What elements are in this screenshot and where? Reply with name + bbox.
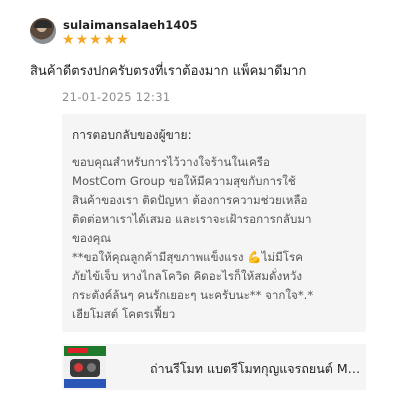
seller-response-line: **ขอให้คุณลูกค้ามีสุขภาพแข็งแรง 💪ไม่มีโร…	[72, 250, 303, 264]
product-thumbnail[interactable]	[64, 346, 106, 388]
star-icon: ★	[62, 32, 75, 48]
product-name[interactable]: ถ่านรีโมท แบตรีโมทกุญแจรถยนต์ Ma...	[150, 359, 362, 379]
star-rating: ★ ★ ★ ★ ★	[62, 32, 129, 48]
review-text: สินค้าดีตรงปกครับตรงที่เราต้องมาก แพ็คมา…	[30, 64, 307, 79]
seller-response-line: ของคุณ	[72, 231, 112, 245]
review-card: sulaimansalaeh1405 ★ ★ ★ ★ ★ สินค้าดีตรง…	[0, 0, 415, 415]
product-link[interactable]: ถ่านรีโมท แบตรีโมทกุญแจรถยนต์ Ma...	[62, 344, 366, 390]
seller-response-line: สินค้าของเรา ติดปัญหา ต้องการความช่วยเหล…	[72, 193, 308, 207]
reviewer-username[interactable]: sulaimansalaeh1405	[63, 18, 198, 32]
seller-response-title: การตอบกลับของผู้ขาย:	[72, 128, 192, 142]
review-date: 21-01-2025 12:31	[62, 90, 171, 104]
review-header: sulaimansalaeh1405 ★ ★ ★ ★ ★	[30, 18, 390, 54]
star-icon: ★	[102, 32, 116, 48]
avatar[interactable]	[30, 18, 56, 44]
seller-response: การตอบกลับของผู้ขาย: ขอบคุณสำหรับการไว้ว…	[62, 114, 366, 332]
seller-response-body: ขอบคุณสำหรับการไว้วางใจร้านในเครือ MostC…	[72, 153, 356, 324]
star-icon: ★	[89, 32, 102, 48]
seller-response-line: กระตังค์ล้นๆ คนรักเยอะๆ นะครับนะ** จากใจ…	[72, 288, 314, 302]
seller-response-line: MostCom Group ขอให้มีความสุขกับการใช้	[72, 174, 296, 188]
star-icon: ★	[75, 32, 89, 48]
star-icon: ★	[116, 32, 129, 48]
seller-response-line: ติดต่อหาเราได้เสมอ และเราจะเฝ้ารอการกลับ…	[72, 212, 312, 226]
seller-response-line: ขอบคุณสำหรับการไว้วางใจร้านในเครือ	[72, 155, 270, 169]
seller-response-line: เฮียโมสต์ โคตรเฟี้ยว	[72, 307, 176, 321]
seller-response-line: ภัยไข้เจ็บ หางไกลโควิด คิดอะไรก็ให้สมดั่…	[72, 269, 303, 283]
